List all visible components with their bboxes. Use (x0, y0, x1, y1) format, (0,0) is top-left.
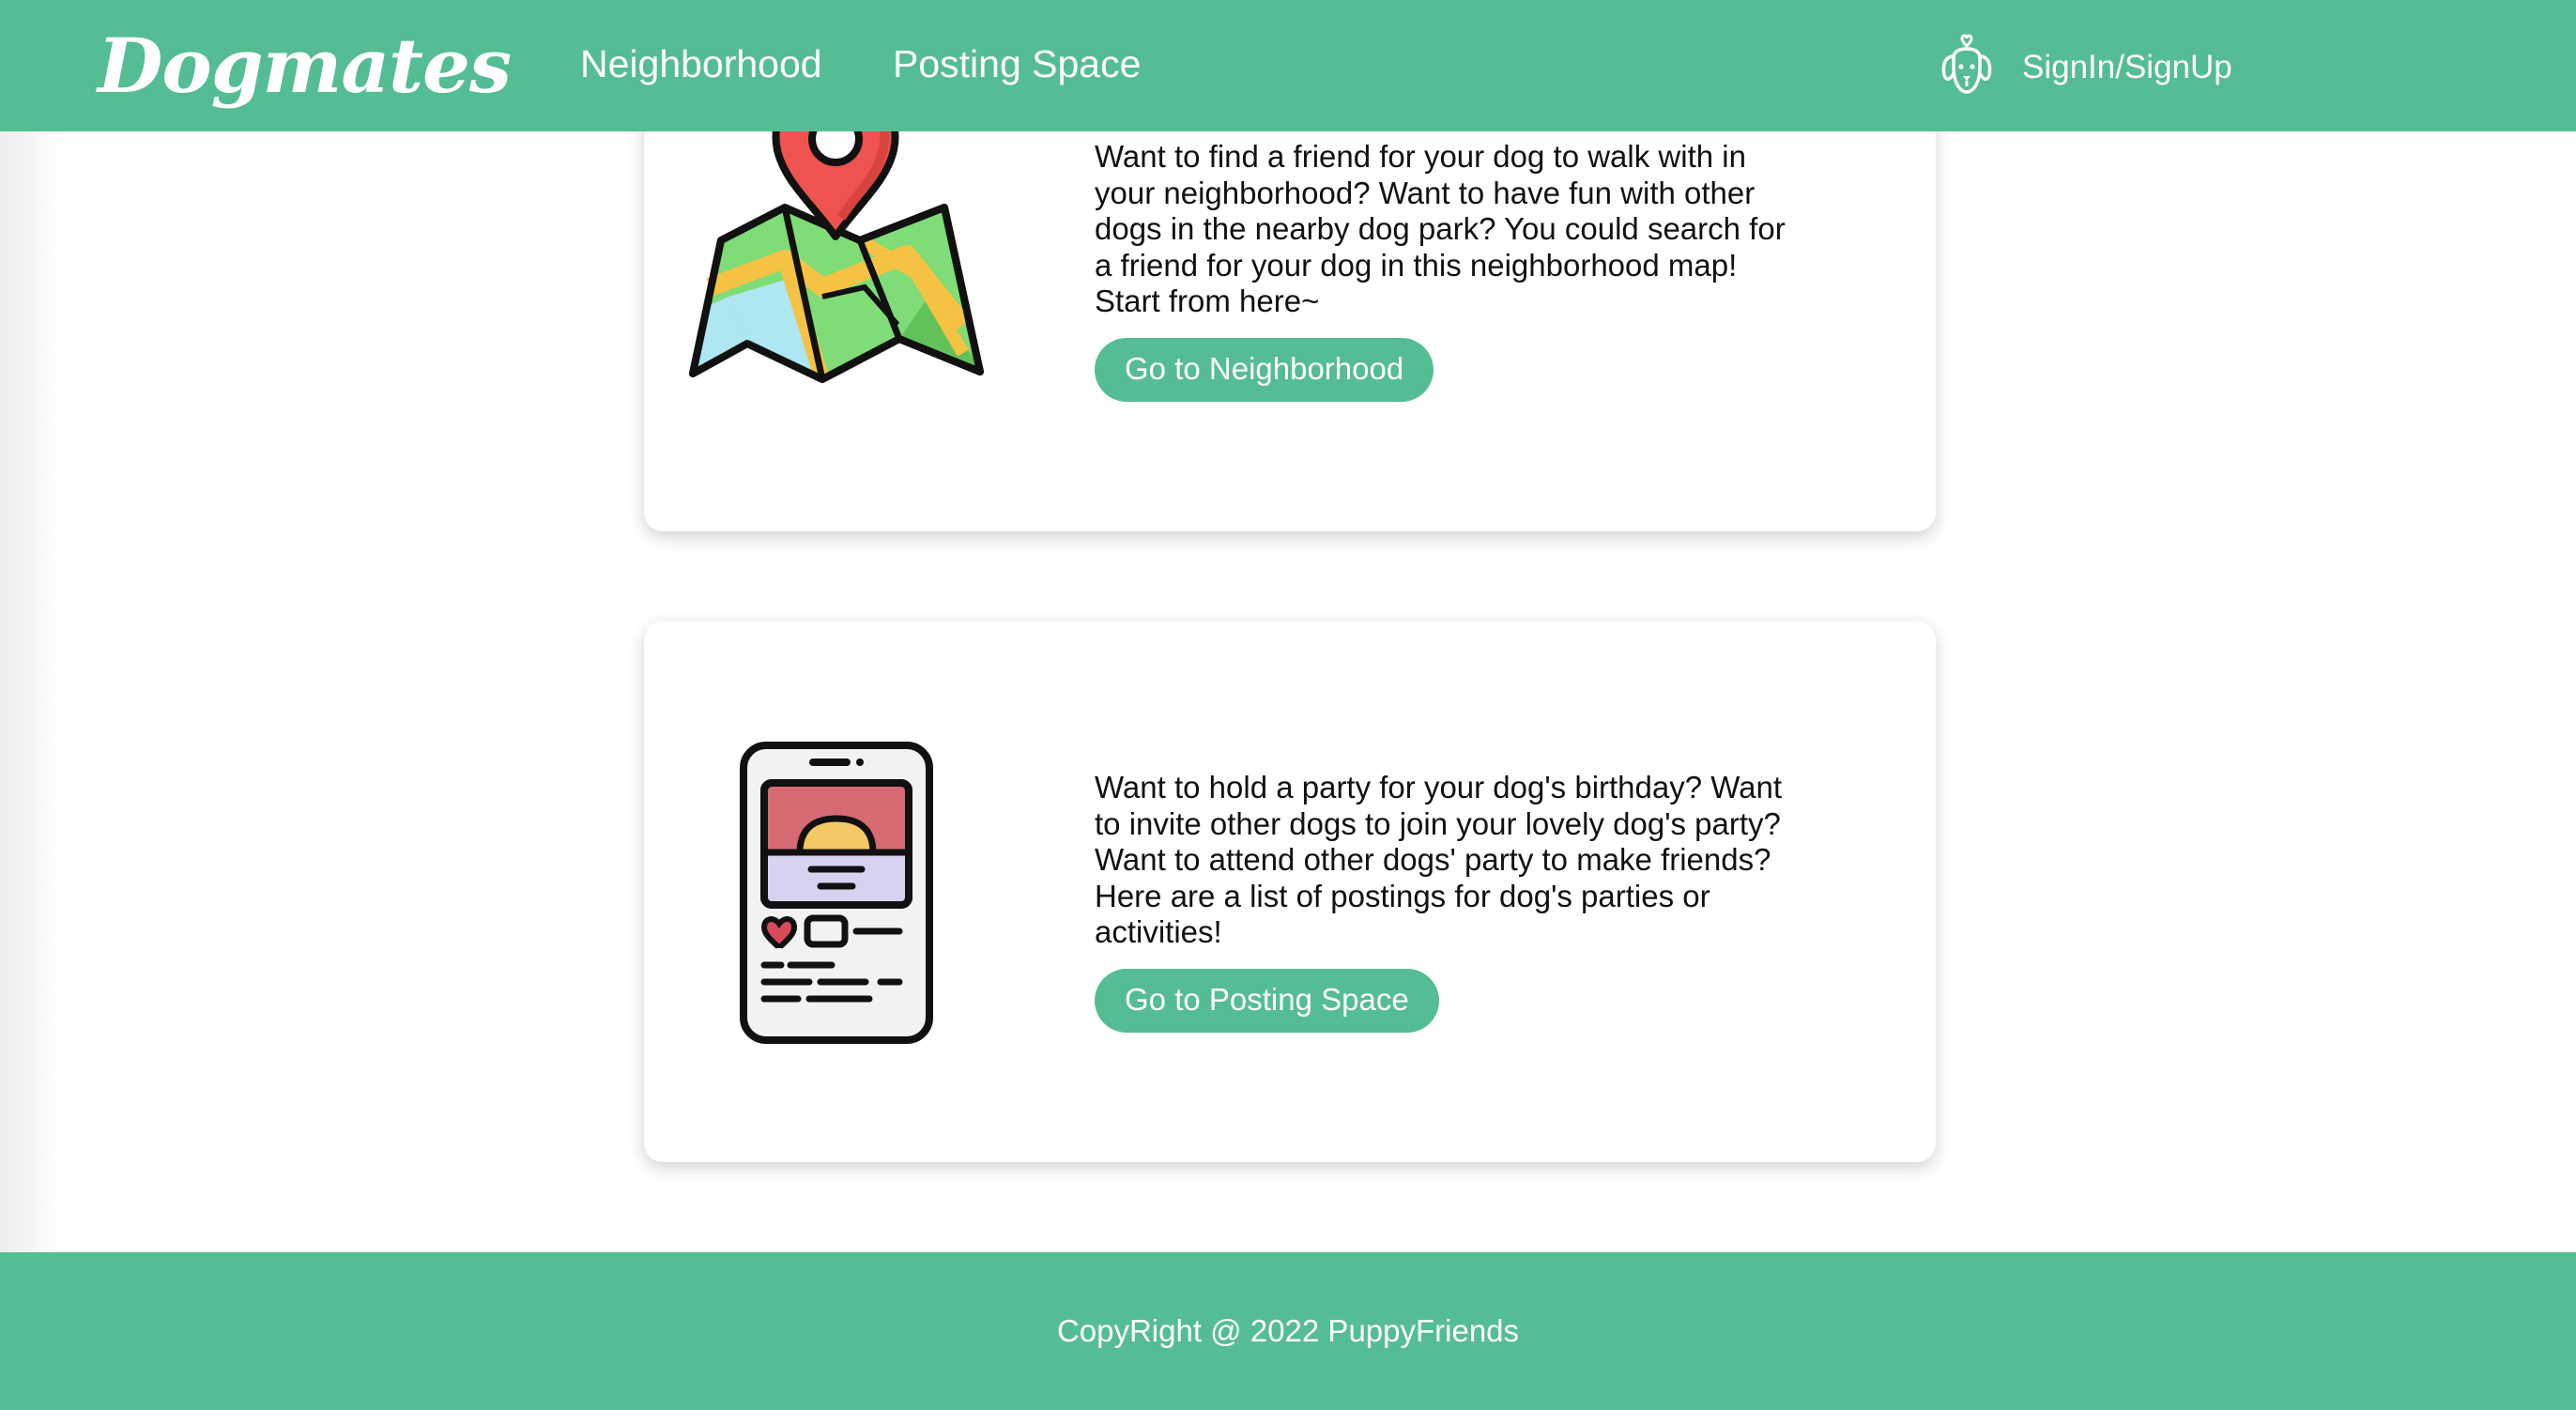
page-footer: CopyRight @ 2022 PuppyFriends (0, 1252, 2576, 1410)
nav-link-posting-space[interactable]: Posting Space (893, 30, 1141, 98)
phone-post-icon (738, 740, 935, 1046)
nav-link-neighborhood[interactable]: Neighborhood (580, 30, 822, 98)
go-to-neighborhood-button[interactable]: Go to Neighborhood (1095, 337, 1434, 402)
neighborhood-card: Want to find a friend for your dog to wa… (644, 75, 1936, 531)
posting-space-description: Want to hold a party for your dog's birt… (1095, 770, 1783, 949)
posting-space-card-text: Want to hold a party for your dog's birt… (1095, 770, 1789, 1033)
copyright-text: CopyRight @ 2022 PuppyFriends (1056, 1313, 1520, 1348)
signin-signup-link[interactable]: SignIn/SignUp (1940, 28, 2232, 107)
top-navbar: Dogmates Neighborhood Posting Space Sign… (0, 0, 2576, 131)
page-edge-shadow (0, 0, 66, 1410)
signin-signup-label: SignIn/SignUp (2022, 49, 2232, 85)
dog-face-icon (1940, 34, 1994, 102)
posting-space-card: Want to hold a party for your dog's birt… (644, 621, 1936, 1162)
go-to-posting-space-button[interactable]: Go to Posting Space (1095, 968, 1439, 1033)
brand-logo[interactable]: Dogmates (98, 11, 512, 120)
neighborhood-card-text: Want to find a friend for your dog to wa… (1095, 139, 1789, 402)
neighborhood-description: Want to find a friend for your dog to wa… (1095, 139, 1786, 318)
